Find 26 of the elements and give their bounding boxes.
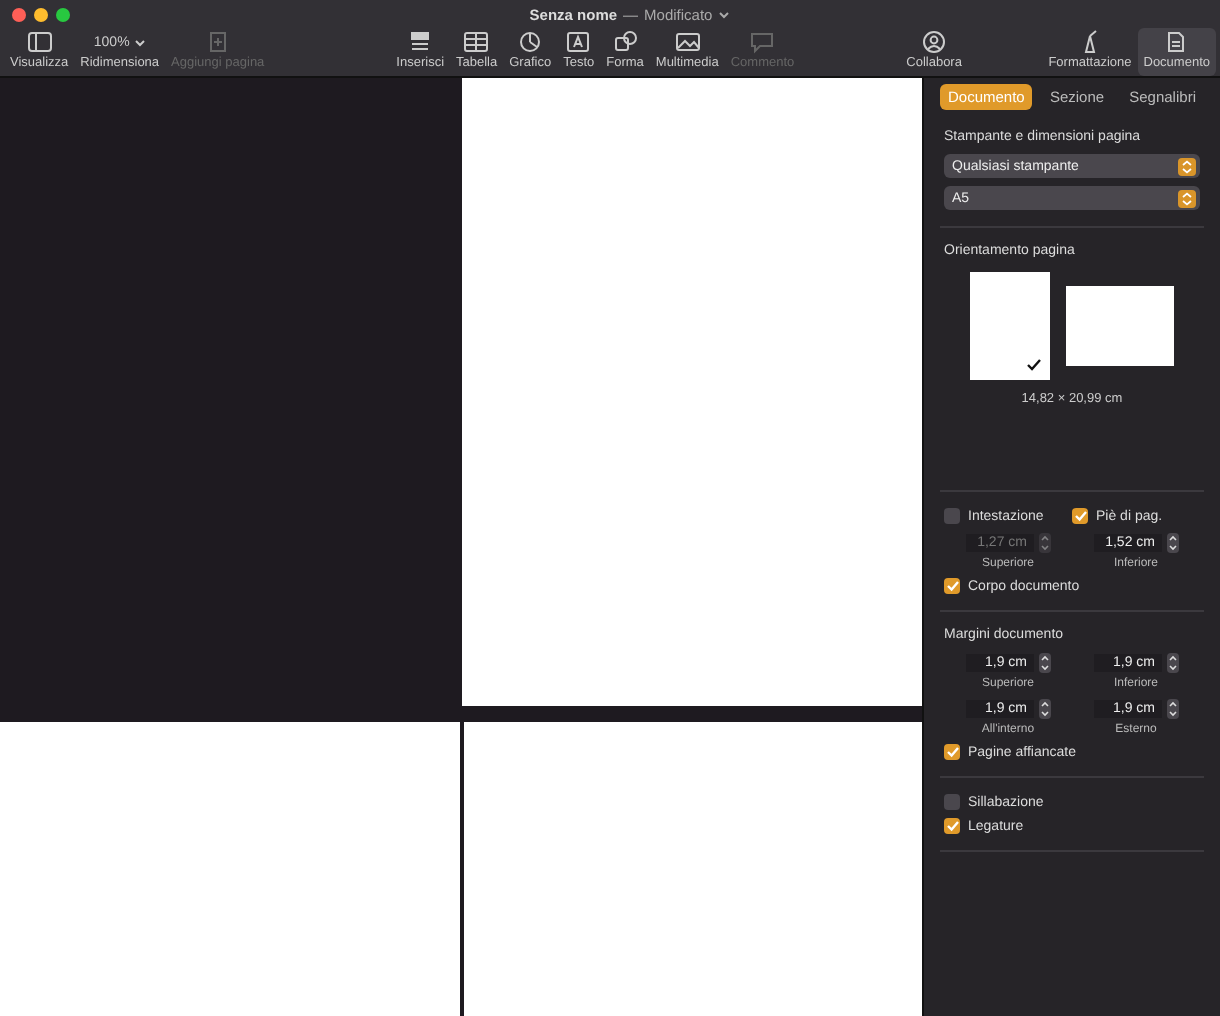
text-box-icon [564,30,593,54]
checkmark-icon [1073,510,1087,522]
popup-arrows-icon [1178,157,1196,175]
stepper-arrows-icon[interactable] [1037,652,1051,674]
checkmark-icon [945,580,959,592]
shapes-icon [611,30,640,54]
stepper-arrows-icon[interactable] [1037,698,1051,720]
stepper-arrows-icon[interactable] [1165,652,1179,674]
image-icon [673,30,702,54]
chevron-icon [133,37,146,47]
pie-chart-icon [516,30,545,54]
close-button[interactable] [12,8,26,22]
checkmark-icon [945,746,959,758]
chevron-icon[interactable] [718,10,731,20]
checkmark-icon [1026,358,1042,372]
minimize-button[interactable] [34,8,48,22]
insert-lines-icon [406,30,435,54]
checkmark-icon [945,820,959,832]
comment-icon [748,30,777,54]
person-circle-icon [920,30,949,54]
zoom-button[interactable] [56,8,70,22]
sidebar-icon [25,30,54,54]
popup-arrows-icon [1178,189,1196,207]
stepper-arrows-icon[interactable] [1165,532,1179,554]
stepper-arrows-icon[interactable] [1165,698,1179,720]
table-icon [462,30,491,54]
